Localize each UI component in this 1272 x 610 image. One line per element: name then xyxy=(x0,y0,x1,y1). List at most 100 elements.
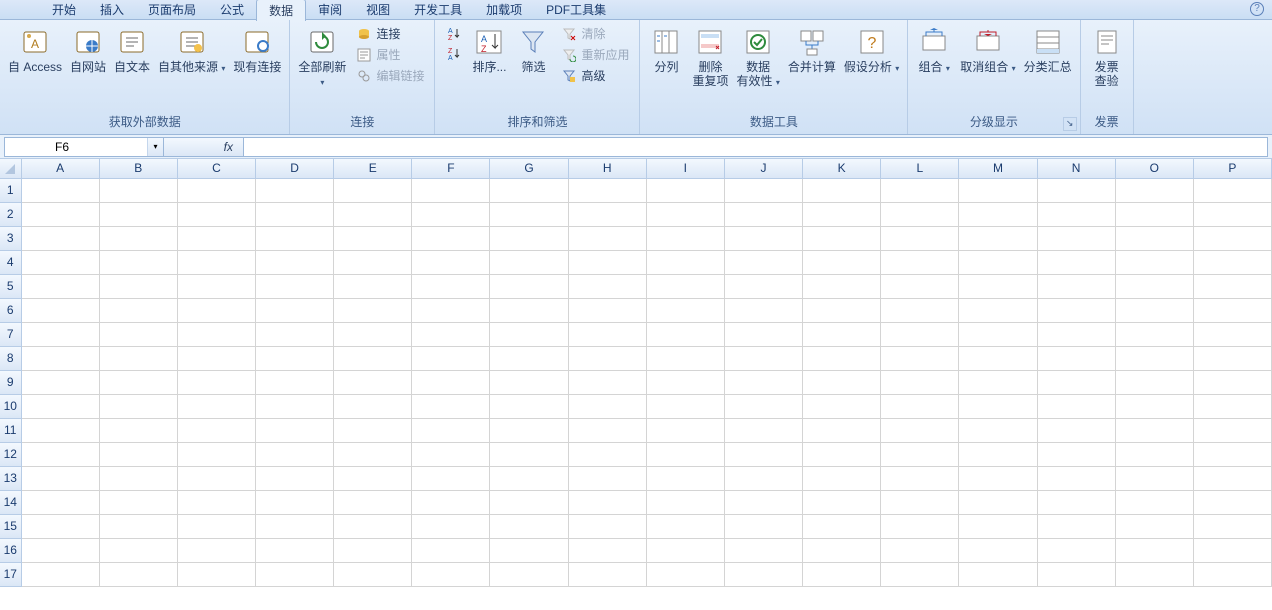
cell-F1[interactable] xyxy=(412,179,490,203)
cell-I11[interactable] xyxy=(647,419,725,443)
cell-F8[interactable] xyxy=(412,347,490,371)
cell-N14[interactable] xyxy=(1038,491,1116,515)
cell-G14[interactable] xyxy=(490,491,568,515)
cell-M1[interactable] xyxy=(959,179,1037,203)
cell-I7[interactable] xyxy=(647,323,725,347)
col-header-L[interactable]: L xyxy=(881,159,959,179)
cell-J8[interactable] xyxy=(725,347,803,371)
cell-L5[interactable] xyxy=(881,275,959,299)
cell-E15[interactable] xyxy=(334,515,412,539)
cell-P15[interactable] xyxy=(1194,515,1272,539)
cmd-whatif[interactable]: ?假设分析 xyxy=(840,24,903,78)
cell-K13[interactable] xyxy=(803,467,881,491)
col-header-H[interactable]: H xyxy=(569,159,647,179)
row-header-16[interactable]: 16 xyxy=(0,539,22,563)
cell-N2[interactable] xyxy=(1038,203,1116,227)
cell-E17[interactable] xyxy=(334,563,412,587)
cell-M16[interactable] xyxy=(959,539,1037,563)
cell-G10[interactable] xyxy=(490,395,568,419)
cell-C1[interactable] xyxy=(178,179,256,203)
row-header-1[interactable]: 1 xyxy=(0,179,22,203)
cell-L3[interactable] xyxy=(881,227,959,251)
cell-N5[interactable] xyxy=(1038,275,1116,299)
tab-开始[interactable]: 开始 xyxy=(40,0,88,21)
cell-J6[interactable] xyxy=(725,299,803,323)
cell-P4[interactable] xyxy=(1194,251,1272,275)
cell-L10[interactable] xyxy=(881,395,959,419)
cell-I13[interactable] xyxy=(647,467,725,491)
cell-J4[interactable] xyxy=(725,251,803,275)
cell-P11[interactable] xyxy=(1194,419,1272,443)
cmd-web[interactable]: 自网站 xyxy=(66,24,110,76)
cell-L15[interactable] xyxy=(881,515,959,539)
cell-F2[interactable] xyxy=(412,203,490,227)
col-header-I[interactable]: I xyxy=(647,159,725,179)
cell-O3[interactable] xyxy=(1116,227,1194,251)
col-header-A[interactable]: A xyxy=(22,159,100,179)
cell-A12[interactable] xyxy=(22,443,100,467)
cell-P5[interactable] xyxy=(1194,275,1272,299)
cmd-sort[interactable]: AZ排序... xyxy=(467,24,511,76)
cell-J14[interactable] xyxy=(725,491,803,515)
cell-E4[interactable] xyxy=(334,251,412,275)
cell-M6[interactable] xyxy=(959,299,1037,323)
cell-N4[interactable] xyxy=(1038,251,1116,275)
cell-D5[interactable] xyxy=(256,275,334,299)
cell-B10[interactable] xyxy=(100,395,178,419)
col-header-D[interactable]: D xyxy=(256,159,334,179)
cell-H6[interactable] xyxy=(569,299,647,323)
row-header-7[interactable]: 7 xyxy=(0,323,22,347)
cell-D6[interactable] xyxy=(256,299,334,323)
cell-M2[interactable] xyxy=(959,203,1037,227)
cell-P9[interactable] xyxy=(1194,371,1272,395)
cell-J11[interactable] xyxy=(725,419,803,443)
cell-J15[interactable] xyxy=(725,515,803,539)
cell-D17[interactable] xyxy=(256,563,334,587)
cell-A6[interactable] xyxy=(22,299,100,323)
cell-O11[interactable] xyxy=(1116,419,1194,443)
cell-B17[interactable] xyxy=(100,563,178,587)
col-header-J[interactable]: J xyxy=(725,159,803,179)
cell-B14[interactable] xyxy=(100,491,178,515)
cell-K1[interactable] xyxy=(803,179,881,203)
cell-C13[interactable] xyxy=(178,467,256,491)
row-header-10[interactable]: 10 xyxy=(0,395,22,419)
cell-E7[interactable] xyxy=(334,323,412,347)
cell-N8[interactable] xyxy=(1038,347,1116,371)
cell-O8[interactable] xyxy=(1116,347,1194,371)
cell-L14[interactable] xyxy=(881,491,959,515)
help-icon[interactable]: ? xyxy=(1250,2,1264,16)
cell-A17[interactable] xyxy=(22,563,100,587)
cell-P10[interactable] xyxy=(1194,395,1272,419)
cell-D13[interactable] xyxy=(256,467,334,491)
cell-P6[interactable] xyxy=(1194,299,1272,323)
cell-K12[interactable] xyxy=(803,443,881,467)
cell-B3[interactable] xyxy=(100,227,178,251)
cell-O9[interactable] xyxy=(1116,371,1194,395)
cell-G15[interactable] xyxy=(490,515,568,539)
cmd-valid[interactable]: 数据 有效性 xyxy=(732,24,783,92)
tab-加载项[interactable]: 加载项 xyxy=(474,0,534,21)
row-header-6[interactable]: 6 xyxy=(0,299,22,323)
cell-N11[interactable] xyxy=(1038,419,1116,443)
cell-C8[interactable] xyxy=(178,347,256,371)
cell-E6[interactable] xyxy=(334,299,412,323)
cell-F7[interactable] xyxy=(412,323,490,347)
cell-J7[interactable] xyxy=(725,323,803,347)
cell-M4[interactable] xyxy=(959,251,1037,275)
cell-P16[interactable] xyxy=(1194,539,1272,563)
cell-K11[interactable] xyxy=(803,419,881,443)
cell-M13[interactable] xyxy=(959,467,1037,491)
cmd-invoice[interactable]: 发票 查验 xyxy=(1085,24,1129,90)
cell-F6[interactable] xyxy=(412,299,490,323)
cell-L1[interactable] xyxy=(881,179,959,203)
cell-D7[interactable] xyxy=(256,323,334,347)
cell-D14[interactable] xyxy=(256,491,334,515)
cell-J16[interactable] xyxy=(725,539,803,563)
cell-B16[interactable] xyxy=(100,539,178,563)
cell-D11[interactable] xyxy=(256,419,334,443)
col-header-G[interactable]: G xyxy=(490,159,568,179)
cell-O10[interactable] xyxy=(1116,395,1194,419)
cell-A16[interactable] xyxy=(22,539,100,563)
tab-视图[interactable]: 视图 xyxy=(354,0,402,21)
